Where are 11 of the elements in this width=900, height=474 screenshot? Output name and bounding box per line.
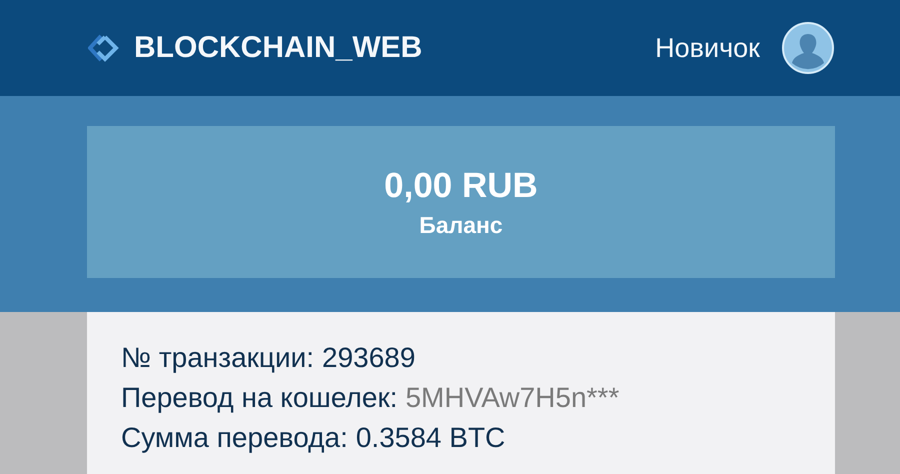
site-title: BLOCKCHAIN_WEB	[134, 31, 422, 65]
avatar-icon[interactable]	[782, 22, 834, 74]
user-name[interactable]: Новичок	[655, 32, 760, 64]
detail-value: 293689	[322, 341, 416, 375]
detail-label: № транзакции:	[121, 341, 314, 375]
detail-value: 0.3584 BTC	[356, 421, 506, 455]
balance-label: Баланс	[419, 212, 503, 238]
detail-label: Перевод на кошелек:	[121, 381, 398, 415]
balance-amount: 0,00 RUB	[384, 166, 538, 206]
detail-value: 5MHVAw7H5n***	[405, 381, 620, 415]
detail-label: Сумма перевода:	[121, 421, 348, 455]
